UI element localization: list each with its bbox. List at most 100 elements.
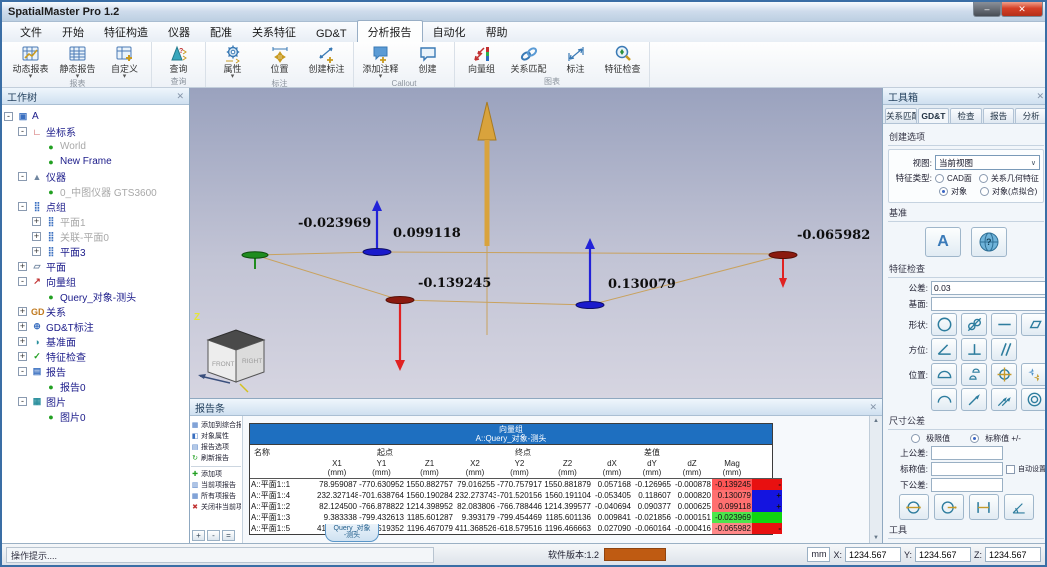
circular-runout-button[interactable] xyxy=(961,388,987,411)
close-button[interactable]: ✕ xyxy=(1001,2,1043,17)
tree-expander-icon[interactable]: + xyxy=(18,322,27,331)
distance-dim-button[interactable] xyxy=(969,494,999,520)
tree-node[interactable]: + ⣿ 关联-平面0 xyxy=(4,229,187,244)
tree-expander-icon[interactable]: + xyxy=(18,352,27,361)
datum-globe-button[interactable]: ? xyxy=(971,227,1007,257)
diameter-dim-button[interactable] xyxy=(899,494,929,520)
angle-dim-button[interactable] xyxy=(1004,494,1034,520)
profile-line-button[interactable] xyxy=(931,388,957,411)
perpendicularity-button[interactable] xyxy=(961,338,987,361)
tree-expander-icon[interactable]: - xyxy=(18,202,27,211)
viewport-3d[interactable]: FRONT RIGHT Z -0.023969 0.099118 -0.1392… xyxy=(190,88,882,398)
menu-item[interactable]: 仪器 xyxy=(158,21,200,42)
tree-node[interactable]: + ◑ 基准面 xyxy=(4,334,187,349)
tree-node[interactable]: - ↗ 向量组 xyxy=(4,274,187,289)
radio-nominal-value[interactable] xyxy=(970,434,979,443)
tree-node[interactable]: ● 报告0 xyxy=(4,379,187,394)
dynamic-report-button[interactable]: 动态报表 ▾ xyxy=(7,43,54,79)
tree-node[interactable]: ● 图片0 xyxy=(4,409,187,424)
minimize-button[interactable]: – xyxy=(973,2,1001,17)
tree-expander-icon[interactable]: + xyxy=(32,217,41,226)
lower-tolerance-input[interactable] xyxy=(931,478,1003,492)
feature-check-button[interactable]: 特征检查 xyxy=(599,43,646,74)
radio-object[interactable] xyxy=(939,187,948,196)
tree-expander-icon[interactable]: - xyxy=(18,172,27,181)
tree-node[interactable]: + ⣿ 平面3 xyxy=(4,244,187,259)
report-sidebar-item[interactable]: ↻ 刷新报告 xyxy=(191,452,241,463)
tree-expander-icon[interactable]: - xyxy=(18,277,27,286)
menu-item[interactable]: 配准 xyxy=(200,21,242,42)
toolbox-tab[interactable]: 分析 xyxy=(1015,108,1047,123)
toolbox-tab[interactable]: 报告 xyxy=(983,108,1015,123)
report-sidebar-item[interactable]: ▥ 当前项报告 xyxy=(191,479,241,490)
tree-node[interactable]: + ⊕ GD&T标注 xyxy=(4,319,187,334)
position-tolerance-button[interactable] xyxy=(991,363,1017,386)
tree-node[interactable]: - ▦ 图片 xyxy=(4,394,187,409)
tree-expander-icon[interactable]: + xyxy=(32,247,41,256)
total-runout-button[interactable] xyxy=(991,388,1017,411)
tree-expander-icon[interactable]: - xyxy=(4,112,13,121)
remove-button[interactable]: - xyxy=(207,530,220,541)
report-sidebar-item[interactable]: ✚ 添加项 xyxy=(191,466,241,479)
chart-annotation-button[interactable]: 标注 xyxy=(552,43,599,74)
tree-expander-icon[interactable]: - xyxy=(18,397,27,406)
roundness-button[interactable] xyxy=(931,313,957,336)
tree-node[interactable]: ● 0_中图仪器 GTS3600 xyxy=(4,184,187,199)
cylindricity-button[interactable] xyxy=(961,313,987,336)
y-coordinate-field[interactable] xyxy=(915,547,971,562)
menu-item[interactable]: 帮助 xyxy=(476,21,518,42)
table-row[interactable]: A::平面1::3 9.383338 -799.432613 1185.6012… xyxy=(250,512,782,523)
symmetry-button[interactable] xyxy=(1021,363,1047,386)
menu-item[interactable]: 文件 xyxy=(10,21,52,42)
tree-node[interactable]: + ⣿ 平面1 xyxy=(4,214,187,229)
radio-object-fit[interactable] xyxy=(980,187,989,196)
flatness-button[interactable] xyxy=(1021,313,1047,336)
table-row[interactable]: A::平面1::4 232.327148 -701.638764 1560.19… xyxy=(250,490,782,501)
x-coordinate-field[interactable] xyxy=(845,547,901,562)
profile-surface-button[interactable] xyxy=(931,363,957,386)
menu-item[interactable]: 分析报告 xyxy=(357,20,423,42)
report-sidebar-item[interactable]: ▦ 所有项报告 xyxy=(191,490,241,501)
radio-cad-face[interactable] xyxy=(935,174,944,183)
vector-group-button[interactable]: 向量组 xyxy=(458,43,505,74)
tree-expander-icon[interactable]: + xyxy=(18,262,27,271)
radio-relation-geometry[interactable] xyxy=(979,174,988,183)
menu-item[interactable]: 开始 xyxy=(52,21,94,42)
z-coordinate-field[interactable] xyxy=(985,547,1041,562)
menu-item[interactable]: 自动化 xyxy=(423,21,476,42)
straightness-button[interactable] xyxy=(991,313,1017,336)
toolbox-tab[interactable]: GD&T xyxy=(918,108,950,123)
tree-expander-icon[interactable]: - xyxy=(18,127,27,136)
menu-item[interactable]: 关系特征 xyxy=(242,21,306,42)
tree-node[interactable]: - ▣ A xyxy=(4,109,187,124)
concentricity-button[interactable] xyxy=(1021,388,1047,411)
properties-button[interactable]: 属性 ▾ xyxy=(209,43,256,79)
report-scrollbar[interactable]: ▲ ▼ xyxy=(869,416,882,543)
tree-expander-icon[interactable]: + xyxy=(18,337,27,346)
create-annotation-button[interactable]: 创建标注 xyxy=(303,43,350,74)
radial-dim-button[interactable] xyxy=(934,494,964,520)
tree-expander-icon[interactable]: + xyxy=(18,307,27,316)
tree-node[interactable]: + GD 关系 xyxy=(4,304,187,319)
scroll-up-icon[interactable]: ▲ xyxy=(873,418,879,424)
menu-item[interactable]: GD&T xyxy=(306,25,357,42)
table-row[interactable]: A::平面1::2 82.124500 -766.878822 1214.398… xyxy=(250,501,782,512)
table-row[interactable]: A::平面1::1 78.959087 -770.630952 1550.882… xyxy=(250,478,782,490)
view-select[interactable]: 当前视图 ∨ xyxy=(935,155,1040,170)
tree-node[interactable]: ● World xyxy=(4,139,187,154)
close-icon[interactable]: ✕ xyxy=(869,402,877,413)
tree-node[interactable]: + ✓ 特征检查 xyxy=(4,349,187,364)
tree-expander-icon[interactable]: - xyxy=(18,367,27,376)
menu-item[interactable]: 特征构造 xyxy=(94,21,158,42)
report-sidebar-item[interactable]: ✖ 关闭非当前项 xyxy=(191,501,241,512)
angularity-button[interactable] xyxy=(931,338,957,361)
tree-node[interactable]: - ▲ 仪器 xyxy=(4,169,187,184)
add-button[interactable]: + xyxy=(192,530,205,541)
create-callout-button[interactable]: 创建 xyxy=(404,43,451,74)
tree-node[interactable]: - ⣿ 点组 xyxy=(4,199,187,214)
parallelism-button[interactable] xyxy=(991,338,1017,361)
upper-tolerance-input[interactable] xyxy=(931,446,1003,460)
tree-node[interactable]: - ∟ 坐标系 xyxy=(4,124,187,139)
scroll-down-icon[interactable]: ▼ xyxy=(873,535,879,541)
close-icon[interactable]: ✕ xyxy=(176,91,184,102)
